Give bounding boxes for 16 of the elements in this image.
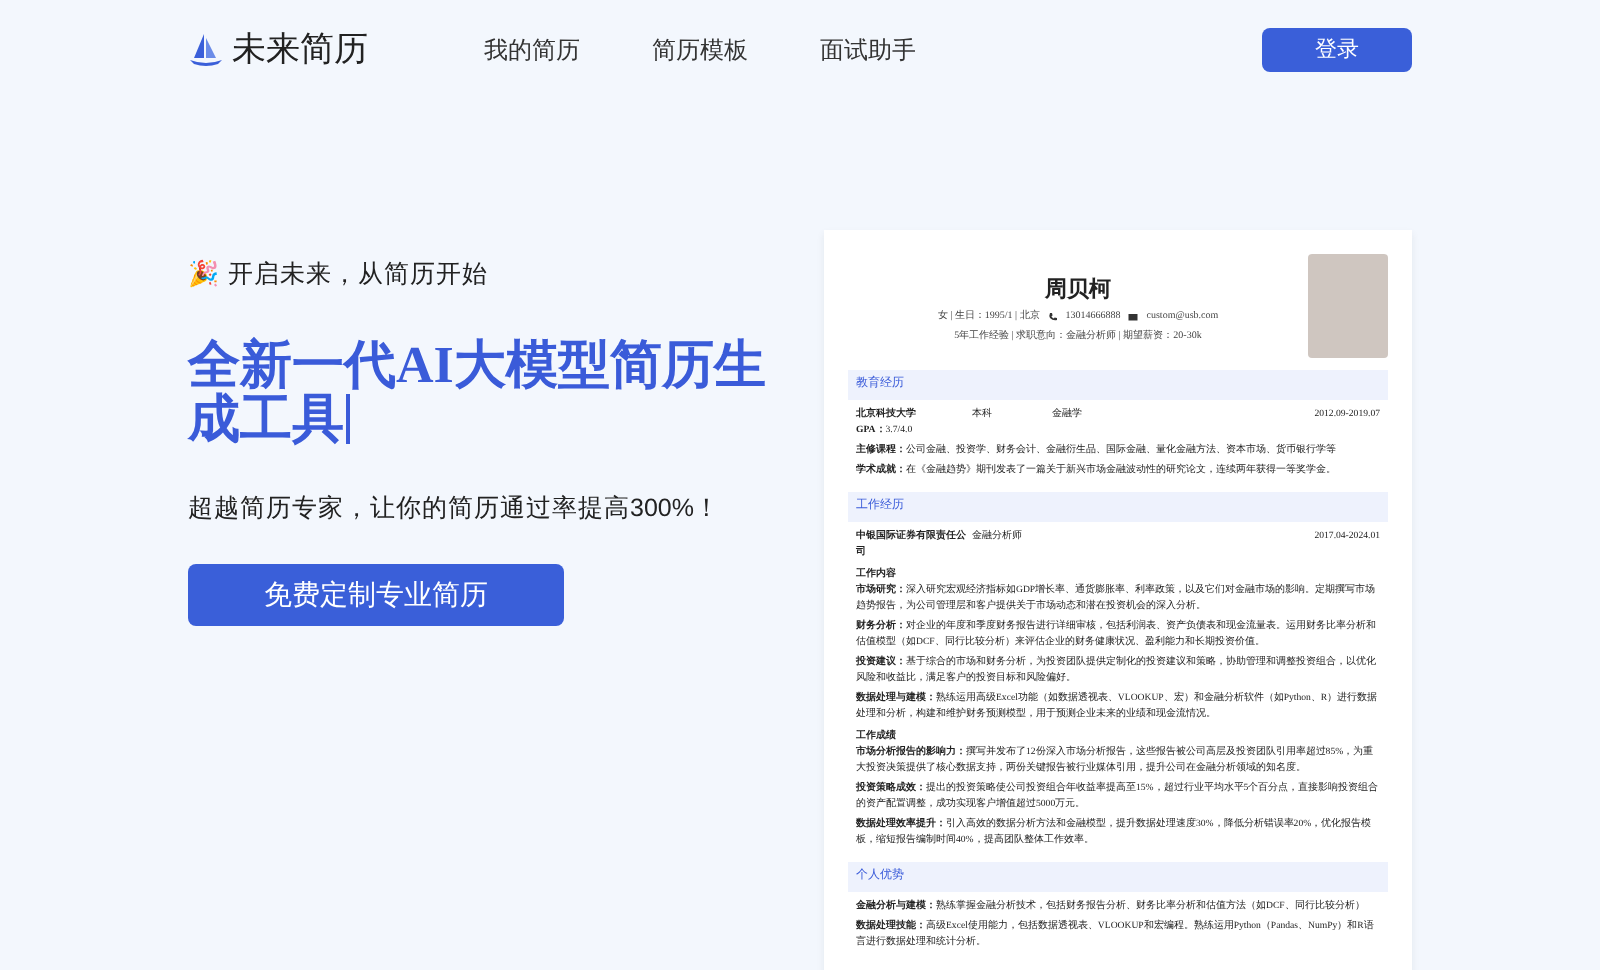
nav-link[interactable]: 我的简历 xyxy=(484,32,580,68)
create-resume-button[interactable]: 免费定制专业简历 xyxy=(188,563,564,625)
login-button[interactable]: 登录 xyxy=(1262,28,1412,72)
phone-icon xyxy=(1047,312,1058,322)
nav-link[interactable]: 面试助手 xyxy=(820,32,916,68)
envelope-icon xyxy=(1128,312,1139,322)
photo-placeholder xyxy=(1308,254,1388,358)
text-cursor-icon xyxy=(346,393,349,444)
tagline: 开启未来，从简历开始 xyxy=(228,258,488,292)
party-popper-icon: 🎉 xyxy=(188,256,220,294)
logo-text: 未来简历 xyxy=(232,28,368,73)
nav-link[interactable]: 简历模板 xyxy=(652,32,748,68)
hero-title: 全新一代AI大模型简历生成工具 xyxy=(188,337,768,446)
sailboat-logo-icon xyxy=(188,32,224,68)
resume-name: 周贝柯 xyxy=(1043,275,1113,306)
hero-subtitle: 超越简历专家，让你的简历通过率提高300%！ xyxy=(188,491,722,526)
